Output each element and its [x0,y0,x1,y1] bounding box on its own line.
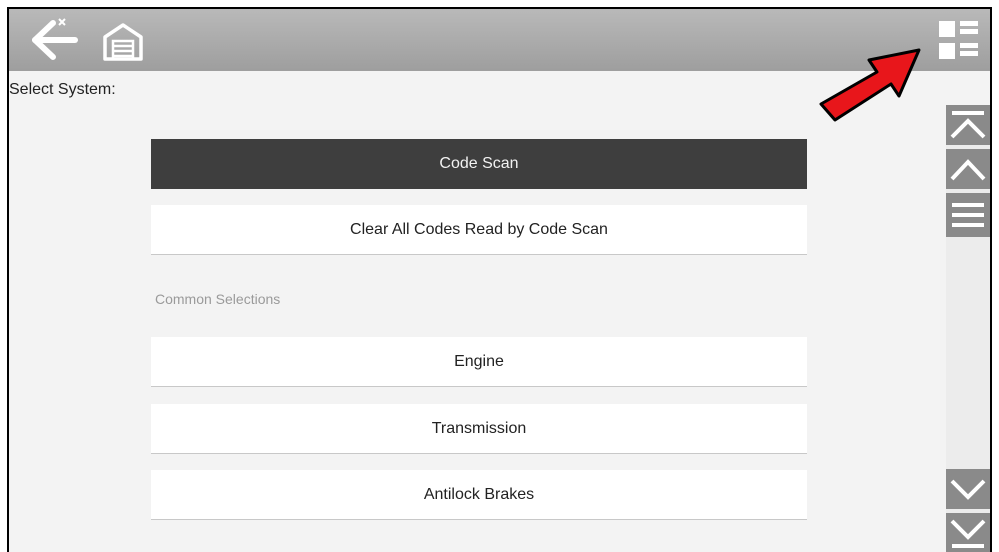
scroll-bottom-button[interactable] [946,513,990,552]
callout-arrow-icon [819,48,921,122]
scroll-up-icon [950,159,986,181]
scroll-top-button[interactable] [946,105,990,145]
menu-item-clear-all-codes[interactable]: Clear All Codes Read by Code Scan [151,205,807,255]
scroll-down-icon [950,479,986,500]
select-system-label: Select System: [9,81,116,98]
grid-view-icon [939,21,978,59]
scrollbar[interactable] [946,105,990,552]
scroll-handle-icon [952,203,984,227]
scroll-bottom-icon [950,519,986,548]
back-button[interactable] [23,13,83,67]
scroll-up-button[interactable] [946,149,990,189]
common-selections-header: Common Selections [155,291,281,307]
menu-item-antilock-brakes[interactable]: Antilock Brakes [151,470,807,520]
scroll-top-icon [950,111,986,139]
menu-item-transmission[interactable]: Transmission [151,404,807,454]
menu-item-engine[interactable]: Engine [151,337,807,387]
scroll-down-button[interactable] [946,469,990,509]
garage-home-icon [103,23,143,61]
scroll-handle[interactable] [946,193,990,237]
view-toggle-button[interactable] [935,15,983,65]
back-arrow-icon [32,18,78,60]
menu-item-code-scan[interactable]: Code Scan [151,139,807,189]
home-button[interactable] [99,17,147,65]
